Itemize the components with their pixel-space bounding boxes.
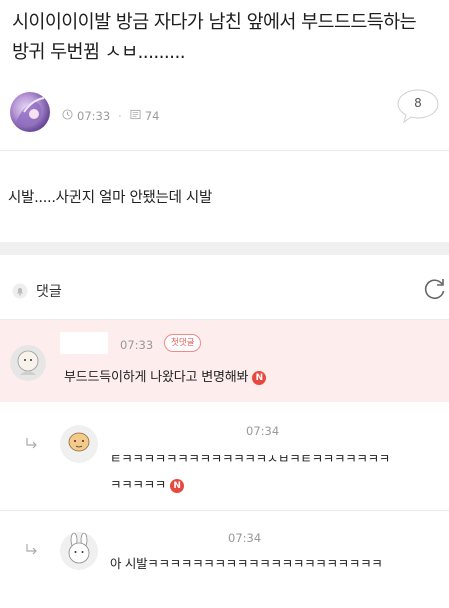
commenter-name-redacted [60, 332, 108, 354]
replier-avatar[interactable] [60, 425, 98, 463]
commenter-avatar[interactable] [10, 345, 46, 381]
reply-time: 07:34 [228, 531, 262, 545]
comments-label: 댓글 [36, 284, 62, 300]
reply-text-line1: ㅌㅋㅋㅋㅋㅋㅋㅋㅋㅋㅋㅋㅋㅋㅅㅂㅋㅌㅋㅋㅋㅋㅋㅋㅋ [110, 451, 391, 466]
post-body: 시발.....사귄지 얼마 안됐는데 시발 [8, 190, 212, 206]
new-badge: N [252, 371, 267, 385]
bell-icon[interactable] [12, 283, 28, 299]
comment-body: 부드드득이하게 나왔다고 변명해봐 [64, 370, 249, 385]
author-avatar[interactable] [10, 92, 50, 132]
post-meta: 07:33 · 74 [62, 109, 159, 123]
reply-time: 07:34 [246, 424, 280, 438]
post-title: 시이이이이발 방금 자다가 남친 앞에서 부드드드득하는 방귀 두번뀜 ㅅㅂ..… [12, 12, 417, 63]
reply-body-cont: ㅋㅋㅋㅋㅋ [110, 477, 167, 492]
reply-text-line2: ㅋㅋㅋㅋㅋ N [110, 474, 185, 493]
first-comment-badge: 첫댓글 [164, 334, 202, 352]
comment-count: 8 [414, 96, 422, 110]
view-count: 74 [144, 109, 160, 123]
view-count-icon [130, 109, 141, 123]
reply-arrow-icon [24, 542, 40, 556]
reply-arrow-icon [24, 436, 40, 450]
post-time: 07:33 [77, 109, 111, 123]
comment-count-button[interactable]: 8 [396, 88, 440, 124]
comment-text: 부드드득이하게 나왔다고 변명해봐 N [64, 366, 267, 385]
meta-divider: · [118, 109, 122, 123]
clock-icon [62, 109, 73, 123]
divider [0, 150, 449, 151]
refresh-icon[interactable] [422, 276, 448, 302]
new-badge: N [170, 479, 185, 493]
section-separator [0, 242, 449, 255]
divider [0, 510, 449, 511]
comment-time: 07:33 [120, 338, 154, 352]
reply-text: 아 시발ㅋㅋㅋㅋㅋㅋㅋㅋㅋㅋㅋㅋㅋㅋㅋㅋㅋㅋㅋㅋㅋ [110, 556, 383, 571]
replier-avatar[interactable] [60, 532, 98, 570]
